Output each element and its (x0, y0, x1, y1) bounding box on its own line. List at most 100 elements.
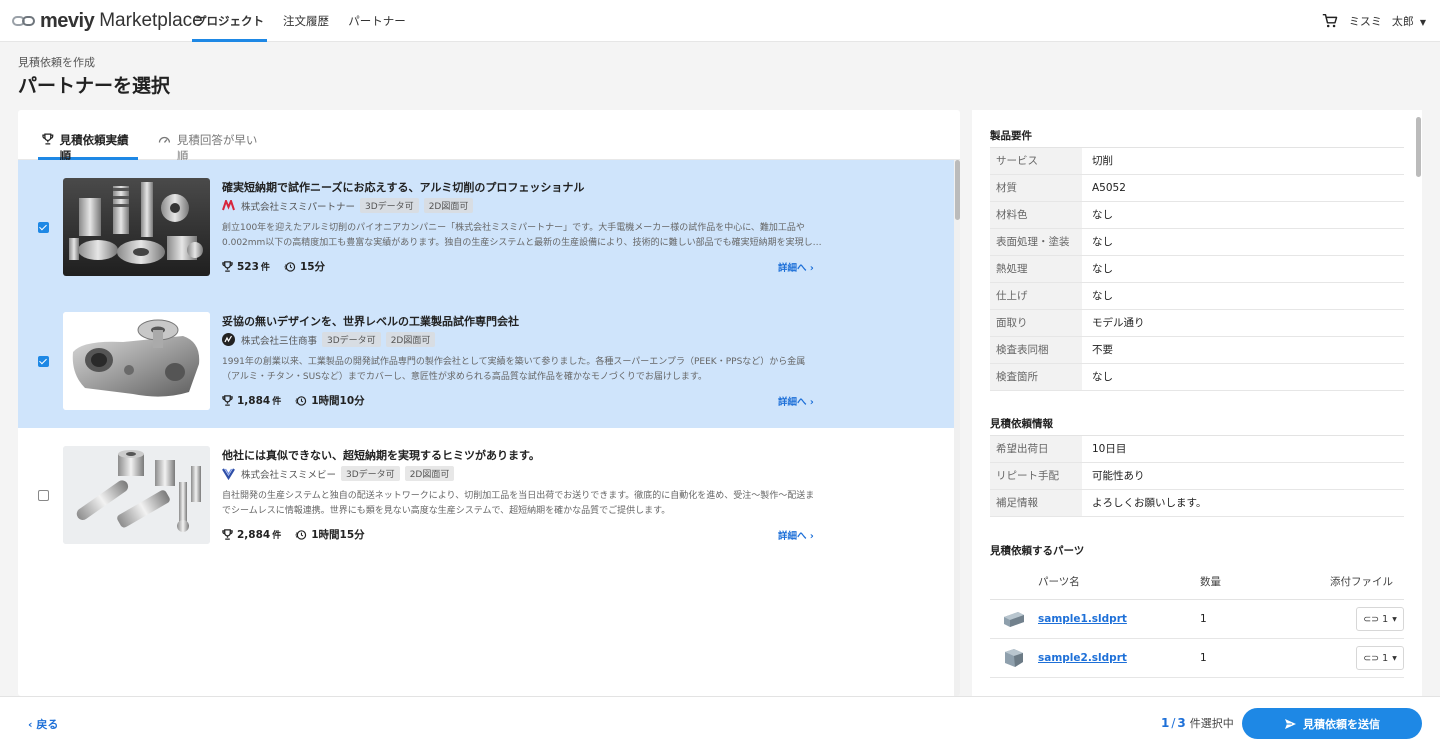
paperclip-icon: ⊂⊃ (1363, 613, 1380, 625)
parts-table-header: パーツ名 数量 添付ファイル (990, 564, 1404, 600)
top-bar: meviy Marketplace プロジェクト 注文履歴 パートナー ミスミ … (0, 0, 1440, 42)
part-thumbnail-icon (990, 648, 1038, 668)
parts-title: 見積依頼するパーツ (990, 545, 1085, 557)
detail-link[interactable]: 詳細へ › (778, 394, 814, 408)
send-quote-request-button[interactable]: 見積依頼を送信 (1242, 708, 1422, 739)
company-name: 株式会社ミスミパートナー (241, 201, 356, 213)
user-menu[interactable]: 太郎 ▼ (1392, 13, 1426, 29)
row-value: 切削 (1092, 155, 1113, 167)
partner-checkbox[interactable] (38, 222, 49, 233)
logo-icon (12, 14, 38, 28)
sort-tab-by-orders[interactable]: 見積依頼実績順 (38, 132, 138, 163)
back-button[interactable]: ‹ 戻る (28, 716, 58, 732)
chevron-right-icon: › (809, 531, 814, 542)
part-quantity: 1 (1200, 613, 1207, 625)
company-name: 株式会社三住商事 (241, 335, 318, 347)
row-key: 検査箇所 (990, 364, 1082, 390)
company-logo-icon (222, 333, 235, 346)
part-file-link[interactable]: sample1.sldprt (1038, 613, 1127, 625)
partner-card[interactable]: 他社には真似できない、超短納期を実現するヒミツがあります。 株式会社ミスミメビー… (18, 428, 954, 562)
row-key: 希望出荷日 (990, 436, 1082, 462)
timer-icon (295, 530, 307, 540)
column-header-attachment: 添付ファイル (1330, 576, 1393, 588)
table-row: サービス 切削 (990, 148, 1404, 175)
partner-title: 確実短納期で試作ニーズにお応えする、アルミ切削のプロフェッショナル (222, 181, 585, 194)
logo-brand: meviy (40, 9, 95, 32)
scrollbar-thumb[interactable] (1416, 117, 1421, 177)
table-row: 希望出荷日 10日目 (990, 436, 1404, 463)
table-row: 補足情報 よろしくお願いします。 (990, 490, 1404, 517)
attachment-dropdown[interactable]: ⊂⊃ 1 ▼ (1356, 646, 1404, 670)
order-count-unit: 件 (272, 397, 282, 407)
chevron-down-icon: ▼ (1392, 654, 1397, 662)
partner-image (63, 312, 210, 410)
partner-title: 他社には真似できない、超短納期を実現するヒミツがあります。 (222, 449, 540, 462)
row-key: 材質 (990, 175, 1082, 201)
partner-card[interactable]: 確実短納期で試作ニーズにお応えする、アルミ切削のプロフェッショナル 株式会社ミス… (18, 160, 954, 294)
table-row: 材料色 なし (990, 202, 1404, 229)
timer-icon (295, 396, 307, 406)
table-row: sample2.sldprt 1 ⊂⊃ 1 ▼ (990, 639, 1404, 678)
partner-list-scrollbar[interactable] (954, 160, 960, 696)
user-company: ミスミ (1348, 15, 1382, 28)
company-name: 株式会社ミスミメビー (241, 469, 337, 481)
row-value: なし (1092, 209, 1113, 221)
attachment-dropdown[interactable]: ⊂⊃ 1 ▼ (1356, 607, 1404, 631)
paperclip-icon: ⊂⊃ (1363, 652, 1380, 664)
row-value: なし (1092, 263, 1113, 275)
table-row: 検査表同梱 不要 (990, 337, 1404, 364)
timer-icon (284, 262, 296, 272)
row-value: 不要 (1092, 344, 1113, 356)
chevron-down-icon: ▼ (1392, 615, 1397, 623)
detail-link-label: 詳細へ (778, 531, 807, 542)
partner-checkbox[interactable] (38, 490, 49, 501)
response-time: 15分 (299, 261, 326, 273)
partner-title: 妥協の無いデザインを、世界レベルの工業製品試作専門会社 (222, 315, 519, 328)
trophy-icon (222, 395, 233, 406)
table-row: リピート手配 可能性あり (990, 463, 1404, 490)
sort-tab-by-response[interactable]: 見積回答が早い順 (158, 132, 268, 163)
footer-bar: ‹ 戻る 1 / 3 件選択中 見積依頼を送信 (0, 696, 1440, 750)
row-key: 材料色 (990, 202, 1082, 228)
row-key: 仕上げ (990, 283, 1082, 309)
row-value: なし (1092, 236, 1113, 248)
tag-3d-data: 3Dデータ可 (360, 198, 419, 213)
nav-tab-project[interactable]: プロジェクト (192, 0, 267, 42)
logo-subtitle: Marketplace (99, 10, 203, 31)
row-key: 熱処理 (990, 256, 1082, 282)
table-row: 熱処理 なし (990, 256, 1404, 283)
selected-suffix: 件選択中 (1189, 717, 1234, 730)
nav-tab-partner[interactable]: パートナー (343, 0, 411, 42)
detail-link[interactable]: 詳細へ › (778, 260, 814, 274)
row-value: なし (1092, 290, 1113, 302)
row-value: モデル通り (1092, 317, 1145, 329)
partner-list-panel: 見積依頼実績順 見積回答が早い順 確実短納期で試作ニーズにお応えする、アルミ切削… (18, 110, 960, 696)
table-row: 面取り モデル通り (990, 310, 1404, 337)
partner-checkbox[interactable] (38, 356, 49, 367)
row-key: 検査表同梱 (990, 337, 1082, 363)
summary-scrollbar[interactable] (1414, 110, 1422, 594)
quote-info-title: 見積依頼情報 (990, 418, 1053, 430)
order-count-unit: 件 (272, 531, 282, 541)
logo[interactable]: meviy Marketplace (12, 10, 203, 32)
trophy-icon (42, 133, 54, 145)
partner-description: 自社開発の生産システムと独自の配送ネットワークにより、切削加工品を当日出荷でお送… (222, 491, 815, 516)
row-value: よろしくお願いします。 (1092, 497, 1207, 509)
product-requirements-title: 製品要件 (990, 130, 1032, 142)
chevron-right-icon: › (809, 263, 814, 274)
scrollbar-thumb[interactable] (955, 160, 960, 220)
cart-icon[interactable] (1321, 12, 1339, 30)
table-row: 材質 A5052 (990, 175, 1404, 202)
tag-3d-data: 3Dデータ可 (322, 332, 381, 347)
part-file-link[interactable]: sample2.sldprt (1038, 652, 1127, 664)
detail-link[interactable]: 詳細へ › (778, 528, 814, 542)
table-row: 検査箇所 なし (990, 364, 1404, 391)
speedometer-icon (158, 136, 171, 143)
partner-image (63, 178, 210, 276)
partner-card[interactable]: 妥協の無いデザインを、世界レベルの工業製品試作専門会社 株式会社三住商事 3Dデ… (18, 294, 954, 428)
order-count: 2,884 (237, 528, 271, 541)
nav-tab-order-history[interactable]: 注文履歴 (278, 0, 334, 42)
part-thumbnail-icon (990, 610, 1038, 628)
attachment-count: 1 (1382, 613, 1389, 625)
table-row: 表面処理・塗装 なし (990, 229, 1404, 256)
